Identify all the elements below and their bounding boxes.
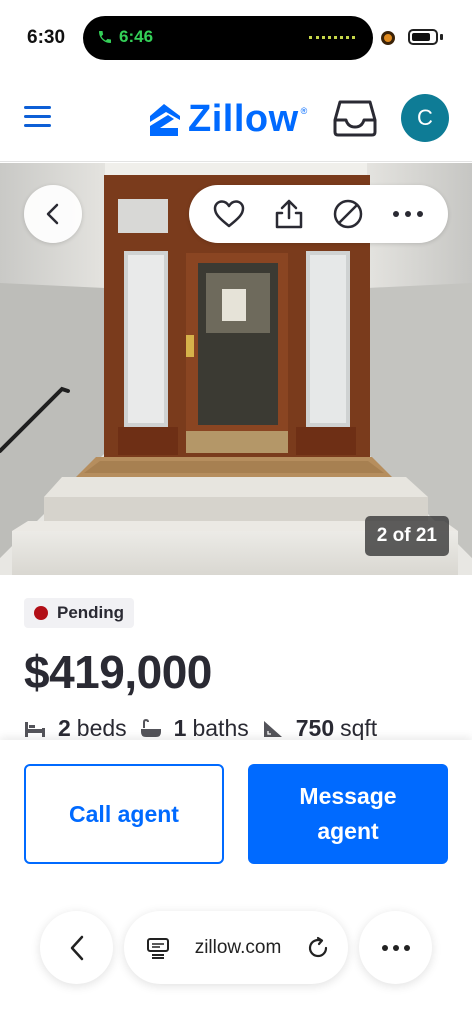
bath-icon (140, 718, 161, 737)
dynamic-island[interactable]: 6:46 (83, 16, 373, 60)
device-status-bar: 6:30 6:46 (0, 0, 472, 70)
logo-text: Zillow (188, 98, 299, 140)
call-agent-button[interactable]: Call agent (24, 764, 224, 864)
inbox-icon[interactable] (332, 98, 378, 143)
beds-fact: 2 beds (24, 715, 127, 742)
audio-wave-icon (309, 36, 355, 40)
hide-icon (334, 199, 363, 229)
beds-label: beds (76, 715, 127, 741)
more-dots-icon (393, 211, 424, 217)
save-button[interactable] (207, 192, 251, 236)
pending-dot-icon (34, 606, 48, 620)
browser-back-button[interactable] (40, 911, 113, 984)
photo-counter: 2 of 21 (364, 516, 449, 556)
sqft-label: sqft (340, 715, 378, 741)
listing-facts: 2 beds 1 baths 750 sqft (24, 715, 390, 742)
bed-icon (25, 721, 45, 737)
baths-label: baths (192, 715, 249, 741)
baths-fact: 1 baths (140, 715, 249, 742)
back-chevron-icon (46, 203, 59, 225)
reader-icon[interactable] (146, 936, 170, 960)
call-timer: 6:46 (119, 27, 154, 46)
share-icon (275, 199, 302, 229)
photo-back-button[interactable] (24, 185, 82, 243)
hide-button[interactable] (326, 192, 370, 236)
logo-registered-mark: ® (300, 106, 308, 116)
zillow-logo[interactable]: Zillow ® (146, 98, 307, 141)
browser-toolbar: zillow.com (0, 890, 472, 1024)
app-header: Zillow ® C (0, 70, 472, 162)
status-label: Pending (57, 603, 125, 622)
address-bar[interactable]: zillow.com (124, 911, 348, 984)
avatar[interactable]: C (401, 94, 449, 142)
sqft-icon (263, 720, 282, 737)
share-button[interactable] (267, 192, 311, 236)
message-agent-button[interactable]: Message agent (248, 764, 448, 864)
reload-icon[interactable] (306, 936, 330, 960)
zillow-logo-icon (150, 103, 180, 136)
contact-bar: Call agent Message agent (0, 740, 472, 890)
battery-nub (440, 34, 443, 40)
phone-icon (99, 31, 111, 43)
call-indicator: 6:46 (97, 27, 153, 47)
battery-icon (408, 29, 438, 45)
photo-actions (189, 185, 448, 243)
listing-photo[interactable]: 2 of 21 (0, 163, 472, 575)
more-options-button[interactable] (386, 192, 430, 236)
clock: 6:30 (27, 27, 66, 48)
status-badge: Pending (24, 598, 135, 628)
sqft-value: 750 (295, 715, 335, 741)
heart-icon (213, 200, 245, 228)
baths-value: 1 (173, 715, 187, 741)
listing-price: $419,000 (24, 646, 212, 698)
menu-icon[interactable] (24, 106, 51, 128)
camera-indicator-icon (381, 31, 395, 45)
back-chevron-icon (70, 935, 83, 960)
sqft-fact: 750 sqft (262, 715, 377, 742)
beds-value: 2 (58, 715, 71, 741)
browser-more-button[interactable] (359, 911, 432, 984)
more-dots-icon (381, 944, 410, 951)
url-text: zillow.com (194, 936, 282, 958)
